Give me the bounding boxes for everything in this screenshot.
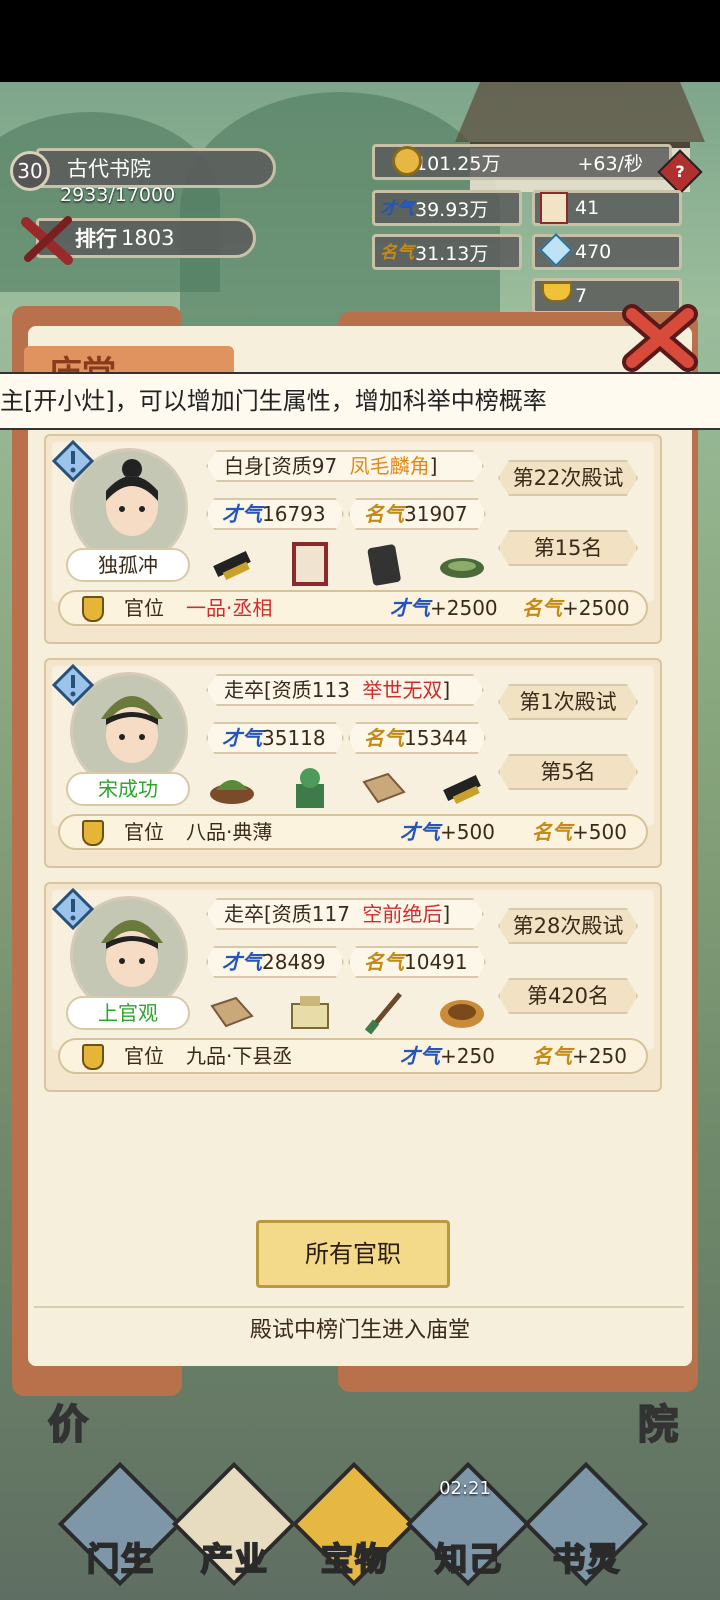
qualification-pill: 白身[资质97 凤毛麟角] bbox=[206, 450, 484, 482]
talent-bonus: +500 bbox=[440, 820, 495, 844]
folded-paper-icon[interactable] bbox=[206, 986, 258, 1038]
fame-bonus: +250 bbox=[572, 1044, 627, 1068]
fame-bonus: +500 bbox=[572, 820, 627, 844]
nav-students[interactable]: 门生 bbox=[57, 1450, 183, 1587]
ranking-label: 排行 bbox=[75, 227, 117, 251]
office-label: 官位 bbox=[124, 596, 164, 620]
talent-icon: 才气 bbox=[380, 199, 414, 219]
book-icon bbox=[540, 192, 568, 224]
side-char-right: 院 bbox=[637, 1401, 679, 1449]
student-name: 宋成功 bbox=[66, 772, 190, 806]
student-talent: 才气16793 bbox=[206, 498, 344, 530]
academy-name: 古代书院 bbox=[67, 157, 151, 181]
exam-session: 第22次殿试 bbox=[498, 460, 638, 496]
close-icon[interactable] bbox=[622, 304, 698, 372]
status-bar-area bbox=[0, 0, 720, 82]
student-talent: 才气28489 bbox=[206, 946, 344, 978]
office-badge-icon bbox=[82, 820, 104, 846]
talent-icon: 才气 bbox=[222, 950, 262, 974]
brush-rest-icon[interactable] bbox=[436, 538, 488, 590]
gem-value: 470 bbox=[575, 241, 612, 263]
talent-icon: 才气 bbox=[222, 502, 262, 526]
jade-seal-icon[interactable] bbox=[284, 762, 336, 814]
coin-rate: +63/秒 bbox=[577, 152, 644, 175]
qualification-pill: 走卒[资质117 空前绝后] bbox=[206, 898, 484, 930]
level-badge: 30 bbox=[10, 151, 50, 191]
office-row: 官位 一品·丞相 才气 +2500 名气 +2500 bbox=[58, 590, 648, 626]
exam-session: 第1次殿试 bbox=[498, 684, 638, 720]
fame-icon: 名气 bbox=[364, 950, 404, 974]
book-value: 41 bbox=[575, 197, 600, 219]
ink-stick-icon[interactable] bbox=[436, 762, 488, 814]
fame-icon: 名气 bbox=[532, 1044, 572, 1068]
fame-value: 31.13万 bbox=[415, 242, 489, 265]
ink-plate-icon[interactable] bbox=[436, 986, 488, 1038]
office-badge-icon bbox=[82, 1044, 104, 1070]
side-char-left: 价 bbox=[47, 1401, 89, 1449]
student-name: 独孤冲 bbox=[66, 548, 190, 582]
background-roof bbox=[455, 82, 705, 142]
folded-paper-icon[interactable] bbox=[358, 762, 410, 814]
ranking-value: 1803 bbox=[121, 226, 175, 250]
coin-icon bbox=[392, 146, 422, 176]
ink-stone-icon[interactable] bbox=[358, 538, 410, 590]
student-fame: 名气31907 bbox=[348, 498, 486, 530]
fame-bonus: +2500 bbox=[562, 596, 630, 620]
herb-bowl-icon[interactable] bbox=[206, 762, 258, 814]
tip-banner: 主[开小灶]，可以增加门生属性，增加科举中榜概率 bbox=[0, 372, 720, 430]
talent-bonus: +250 bbox=[440, 1044, 495, 1068]
confidant-timer: 02:21 bbox=[439, 1478, 491, 1499]
exam-place: 第15名 bbox=[498, 530, 638, 566]
alert-icon[interactable] bbox=[52, 440, 94, 482]
exam-session: 第28次殿试 bbox=[498, 908, 638, 944]
fame-icon: 名气 bbox=[380, 243, 414, 263]
talent-icon: 才气 bbox=[400, 1044, 440, 1068]
fame-icon: 名气 bbox=[364, 726, 404, 750]
talent-bonus: +2500 bbox=[430, 596, 498, 620]
academy-name-pill[interactable]: 古代书院 bbox=[36, 148, 276, 188]
student-name: 上官观 bbox=[66, 996, 190, 1030]
talent-value: 39.93万 bbox=[415, 198, 489, 221]
nav-industry[interactable]: 产业 bbox=[171, 1450, 297, 1587]
talent-icon: 才气 bbox=[222, 726, 262, 750]
office-label: 官位 bbox=[124, 820, 164, 844]
scroll-frame-icon[interactable] bbox=[284, 538, 336, 590]
crossed-brushes-icon bbox=[21, 216, 73, 265]
student-fame: 名气15344 bbox=[348, 722, 486, 754]
talent-icon: 才气 bbox=[390, 596, 430, 620]
ink-stick-icon[interactable] bbox=[206, 538, 258, 590]
exam-place: 第5名 bbox=[498, 754, 638, 790]
fame-icon: 名气 bbox=[532, 820, 572, 844]
student-talent: 才气35118 bbox=[206, 722, 344, 754]
alert-icon[interactable] bbox=[52, 888, 94, 930]
talent-icon: 才气 bbox=[400, 820, 440, 844]
office-title: 九品·下县丞 bbox=[186, 1044, 293, 1068]
nav-bookspirit[interactable]: 书灵 bbox=[523, 1450, 649, 1587]
ingot-value: 7 bbox=[575, 285, 588, 307]
nav-treasure[interactable]: 宝物 bbox=[291, 1450, 417, 1587]
office-title: 一品·丞相 bbox=[186, 596, 273, 620]
nav-confidant[interactable]: 知己 bbox=[405, 1450, 531, 1587]
fame-icon: 名气 bbox=[364, 502, 404, 526]
alert-icon[interactable] bbox=[52, 664, 94, 706]
office-label: 官位 bbox=[124, 1044, 164, 1068]
gold-ingot-icon bbox=[542, 282, 572, 302]
student-fame: 名气10491 bbox=[348, 946, 486, 978]
office-title: 八品·典薄 bbox=[186, 820, 273, 844]
fame-icon: 名气 bbox=[522, 596, 562, 620]
office-badge-icon bbox=[82, 596, 104, 622]
coin-value: 101.25万 bbox=[415, 152, 501, 175]
seal-box-icon[interactable] bbox=[284, 986, 336, 1038]
qualification-pill: 走卒[资质113 举世无双] bbox=[206, 674, 484, 706]
panel-footer: 殿试中榜门生进入庙堂 bbox=[249, 1318, 470, 1343]
exam-place: 第420名 bbox=[498, 978, 638, 1014]
office-row: 官位 九品·下县丞 才气 +250 名气 +250 bbox=[58, 1038, 648, 1074]
office-row: 官位 八品·典薄 才气 +500 名气 +500 bbox=[58, 814, 648, 850]
brush-icon[interactable] bbox=[358, 986, 410, 1038]
all-positions-button[interactable]: 所有官职 bbox=[256, 1220, 450, 1288]
experience-progress: 2933/17000 bbox=[60, 184, 176, 206]
